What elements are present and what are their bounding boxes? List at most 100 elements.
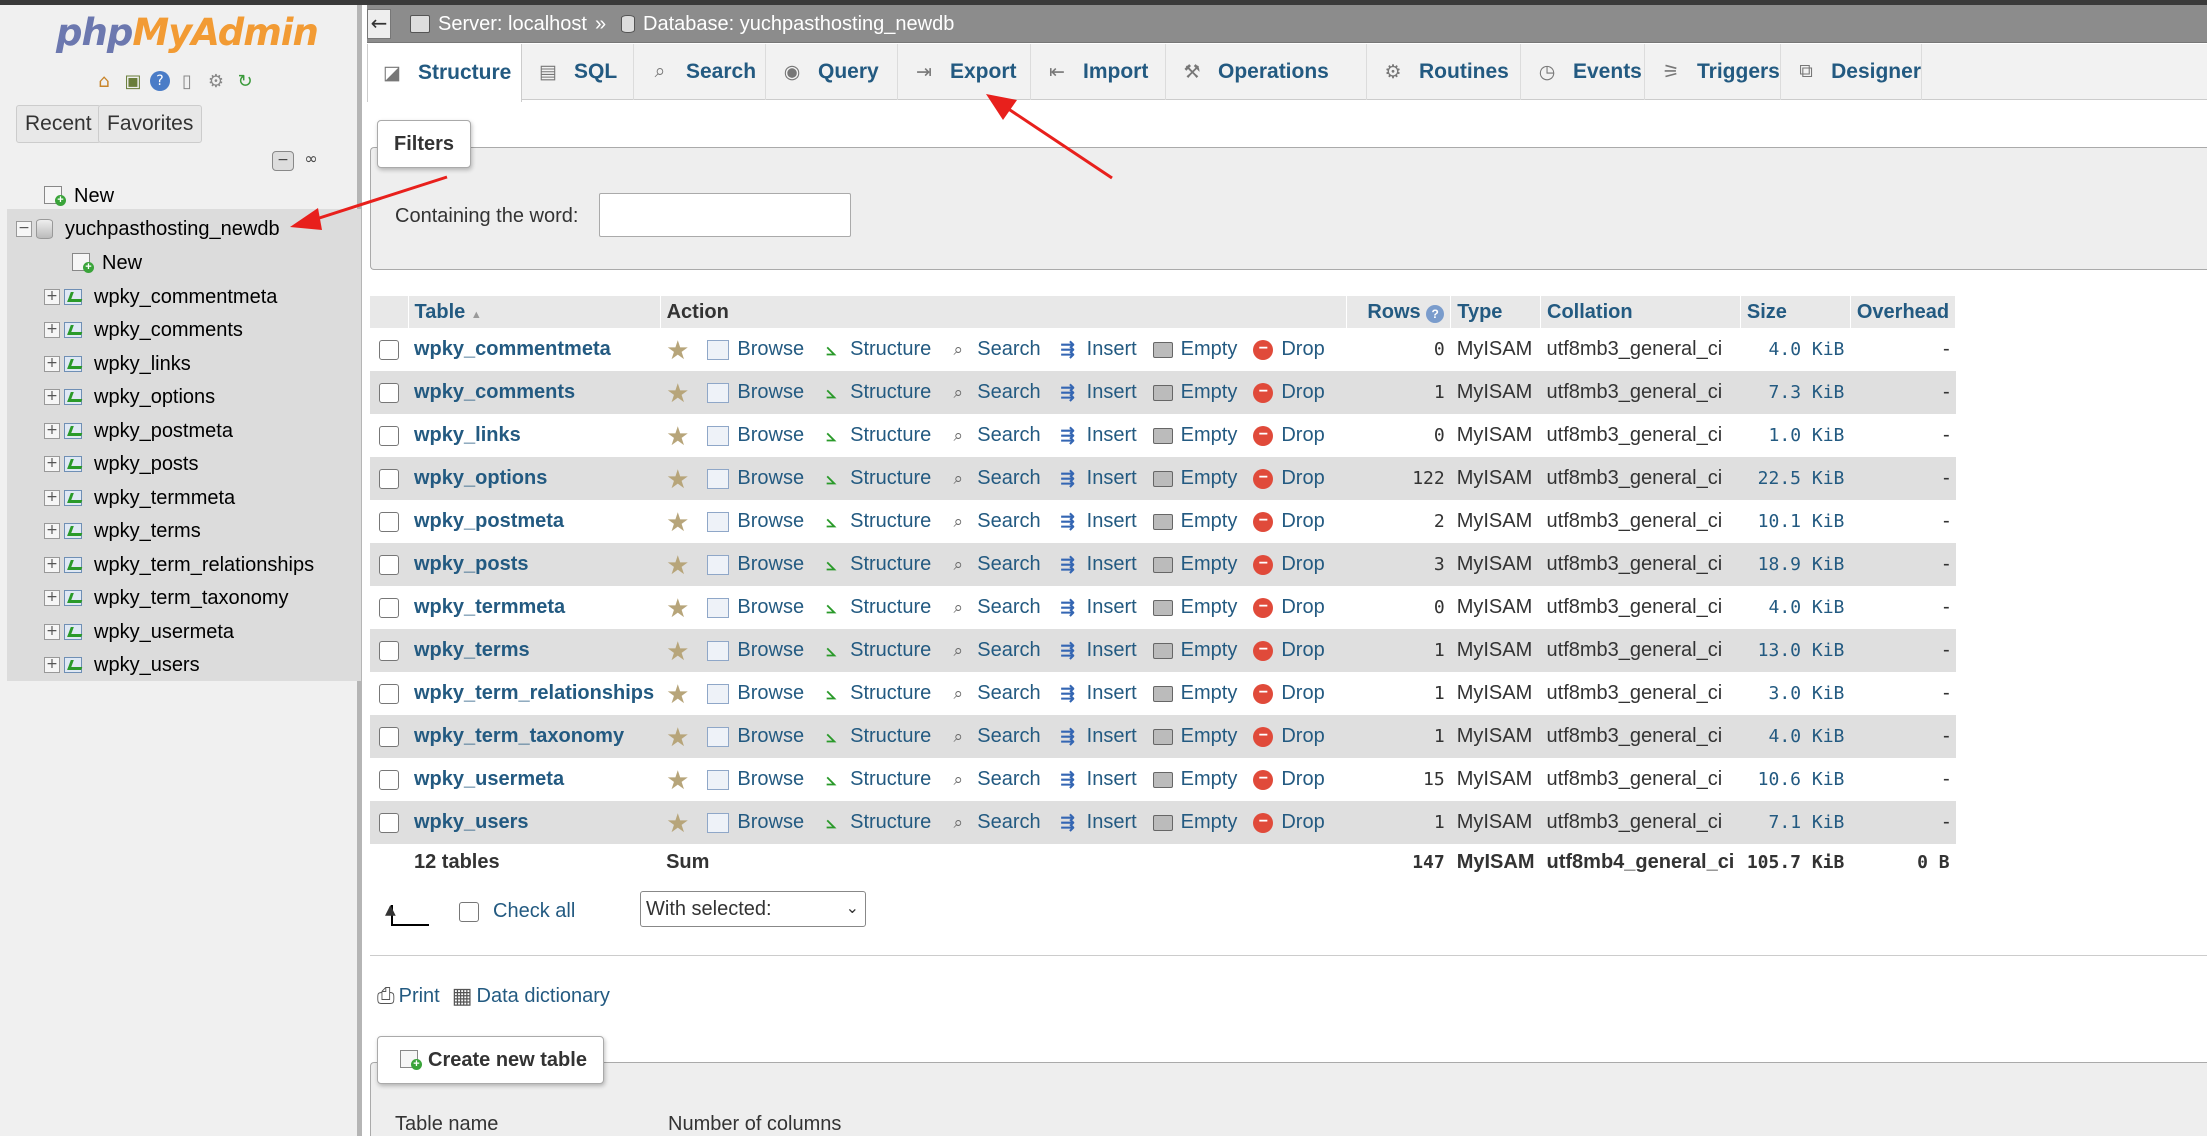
expand-icon[interactable]: +: [44, 289, 60, 305]
structure-action[interactable]: ⦣ Structure: [820, 338, 931, 361]
tab-import[interactable]: ⇤ Import: [1031, 44, 1166, 100]
tree-table-label[interactable]: wpky_users: [94, 654, 200, 677]
search-action[interactable]: ⌕ Search: [947, 338, 1041, 361]
tree-table-label[interactable]: wpky_postmeta: [94, 420, 233, 443]
browse-action[interactable]: Browse: [707, 381, 804, 404]
size-cell[interactable]: 7.3 KiB: [1740, 371, 1851, 414]
row-checkbox[interactable]: [379, 726, 399, 747]
tree-table-wpky_users[interactable]: + wpky_users: [44, 650, 200, 680]
drop-action[interactable]: − Drop: [1253, 424, 1325, 447]
tree-table-label[interactable]: wpky_term_relationships: [94, 554, 314, 577]
favorite-star-icon[interactable]: ★: [666, 810, 689, 836]
tab-export[interactable]: ⇥ Export: [898, 44, 1031, 100]
tree-table-wpky_termmeta[interactable]: + wpky_termmeta: [44, 483, 235, 513]
expand-icon[interactable]: +: [44, 423, 60, 439]
phpmyadmin-logo[interactable]: phpMyAdmin: [56, 11, 319, 54]
tree-table-label[interactable]: wpky_posts: [94, 453, 199, 476]
table-name-link[interactable]: wpky_options: [414, 467, 547, 489]
link-with-main-icon[interactable]: ∞: [300, 151, 322, 171]
tab-triggers[interactable]: ⚞ Triggers: [1645, 44, 1781, 100]
expand-icon[interactable]: +: [44, 322, 60, 338]
recent-tab[interactable]: Recent: [16, 105, 101, 143]
empty-action[interactable]: Empty: [1152, 510, 1237, 533]
expand-icon[interactable]: +: [44, 590, 60, 606]
insert-action[interactable]: ⇶ Insert: [1057, 381, 1137, 404]
empty-action[interactable]: Empty: [1152, 811, 1237, 834]
data-dictionary-link[interactable]: Data dictionary: [477, 985, 610, 1008]
drop-action[interactable]: − Drop: [1253, 768, 1325, 791]
breadcrumb-server[interactable]: Server: localhost: [410, 5, 587, 43]
favorite-star-icon[interactable]: ★: [666, 380, 689, 406]
help-icon[interactable]: ?: [1426, 304, 1445, 323]
browse-action[interactable]: Browse: [707, 682, 804, 705]
search-action[interactable]: ⌕ Search: [947, 596, 1041, 619]
browse-action[interactable]: Browse: [707, 338, 804, 361]
favorites-tab[interactable]: Favorites: [98, 105, 203, 143]
tree-table-wpky_commentmeta[interactable]: + wpky_commentmeta: [44, 282, 277, 312]
drop-action[interactable]: − Drop: [1253, 467, 1325, 490]
drop-action[interactable]: − Drop: [1253, 510, 1325, 533]
favorite-star-icon[interactable]: ★: [666, 552, 689, 578]
tree-table-label[interactable]: wpky_comments: [94, 319, 243, 342]
size-cell[interactable]: 10.1 KiB: [1740, 500, 1851, 543]
expand-icon[interactable]: +: [44, 523, 60, 539]
search-action[interactable]: ⌕ Search: [947, 768, 1041, 791]
structure-action[interactable]: ⦣ Structure: [820, 682, 931, 705]
empty-action[interactable]: Empty: [1152, 424, 1237, 447]
tree-table-wpky_usermeta[interactable]: + wpky_usermeta: [44, 617, 234, 647]
browse-action[interactable]: Browse: [707, 596, 804, 619]
size-cell[interactable]: 4.0 KiB: [1740, 715, 1851, 758]
size-cell[interactable]: 1.0 KiB: [1740, 414, 1851, 457]
header-rows[interactable]: Rows ?: [1346, 296, 1452, 328]
tab-sql[interactable]: ▤ SQL: [522, 44, 634, 100]
tree-table-label[interactable]: wpky_usermeta: [94, 621, 234, 644]
structure-action[interactable]: ⦣ Structure: [820, 510, 931, 533]
print-icon[interactable]: ⎙: [377, 983, 395, 1009]
tab-routines[interactable]: ⚙ Routines: [1367, 44, 1521, 100]
structure-action[interactable]: ⦣ Structure: [820, 768, 931, 791]
structure-action[interactable]: ⦣ Structure: [820, 725, 931, 748]
tree-database-node[interactable]: − yuchpasthosting_newdb: [16, 214, 280, 244]
insert-action[interactable]: ⇶ Insert: [1057, 596, 1137, 619]
structure-action[interactable]: ⦣ Structure: [820, 424, 931, 447]
collapse-icon[interactable]: −: [16, 221, 32, 237]
insert-action[interactable]: ⇶ Insert: [1057, 639, 1137, 662]
tab-search[interactable]: ⌕ Search: [634, 44, 766, 100]
table-name-link[interactable]: wpky_comments: [414, 381, 575, 403]
header-overhead[interactable]: Overhead: [1850, 296, 1957, 328]
browse-action[interactable]: Browse: [707, 811, 804, 834]
search-action[interactable]: ⌕ Search: [947, 510, 1041, 533]
insert-action[interactable]: ⇶ Insert: [1057, 424, 1137, 447]
insert-action[interactable]: ⇶ Insert: [1057, 467, 1137, 490]
table-name-link[interactable]: wpky_postmeta: [414, 510, 564, 532]
print-link[interactable]: Print: [399, 985, 440, 1008]
size-cell[interactable]: 4.0 KiB: [1740, 328, 1851, 371]
tree-table-label[interactable]: wpky_term_taxonomy: [94, 587, 289, 610]
tree-table-wpky_postmeta[interactable]: + wpky_postmeta: [44, 416, 233, 446]
search-action[interactable]: ⌕ Search: [947, 811, 1041, 834]
check-all[interactable]: Check all: [459, 900, 575, 923]
insert-action[interactable]: ⇶ Insert: [1057, 338, 1137, 361]
check-all-label[interactable]: Check all: [493, 900, 575, 923]
row-checkbox[interactable]: [379, 812, 399, 833]
collapse-all-icon[interactable]: −: [272, 151, 294, 171]
tree-new-table[interactable]: + New: [72, 248, 142, 278]
browse-action[interactable]: Browse: [707, 639, 804, 662]
table-name-link[interactable]: wpky_usermeta: [414, 768, 564, 790]
header-table[interactable]: Table ▲: [408, 296, 661, 328]
drop-action[interactable]: − Drop: [1253, 725, 1325, 748]
table-name-link[interactable]: wpky_links: [414, 424, 521, 446]
drop-action[interactable]: − Drop: [1253, 553, 1325, 576]
tree-table-label[interactable]: wpky_options: [94, 386, 215, 409]
empty-action[interactable]: Empty: [1152, 768, 1237, 791]
header-collation[interactable]: Collation: [1540, 296, 1741, 328]
browse-action[interactable]: Browse: [707, 553, 804, 576]
search-action[interactable]: ⌕ Search: [947, 682, 1041, 705]
structure-action[interactable]: ⦣ Structure: [820, 381, 931, 404]
expand-icon[interactable]: +: [44, 356, 60, 372]
favorite-star-icon[interactable]: ★: [666, 337, 689, 363]
table-name-link[interactable]: wpky_posts: [414, 553, 528, 575]
expand-icon[interactable]: +: [44, 624, 60, 640]
search-action[interactable]: ⌕ Search: [947, 424, 1041, 447]
table-name-link[interactable]: wpky_commentmeta: [414, 338, 611, 360]
